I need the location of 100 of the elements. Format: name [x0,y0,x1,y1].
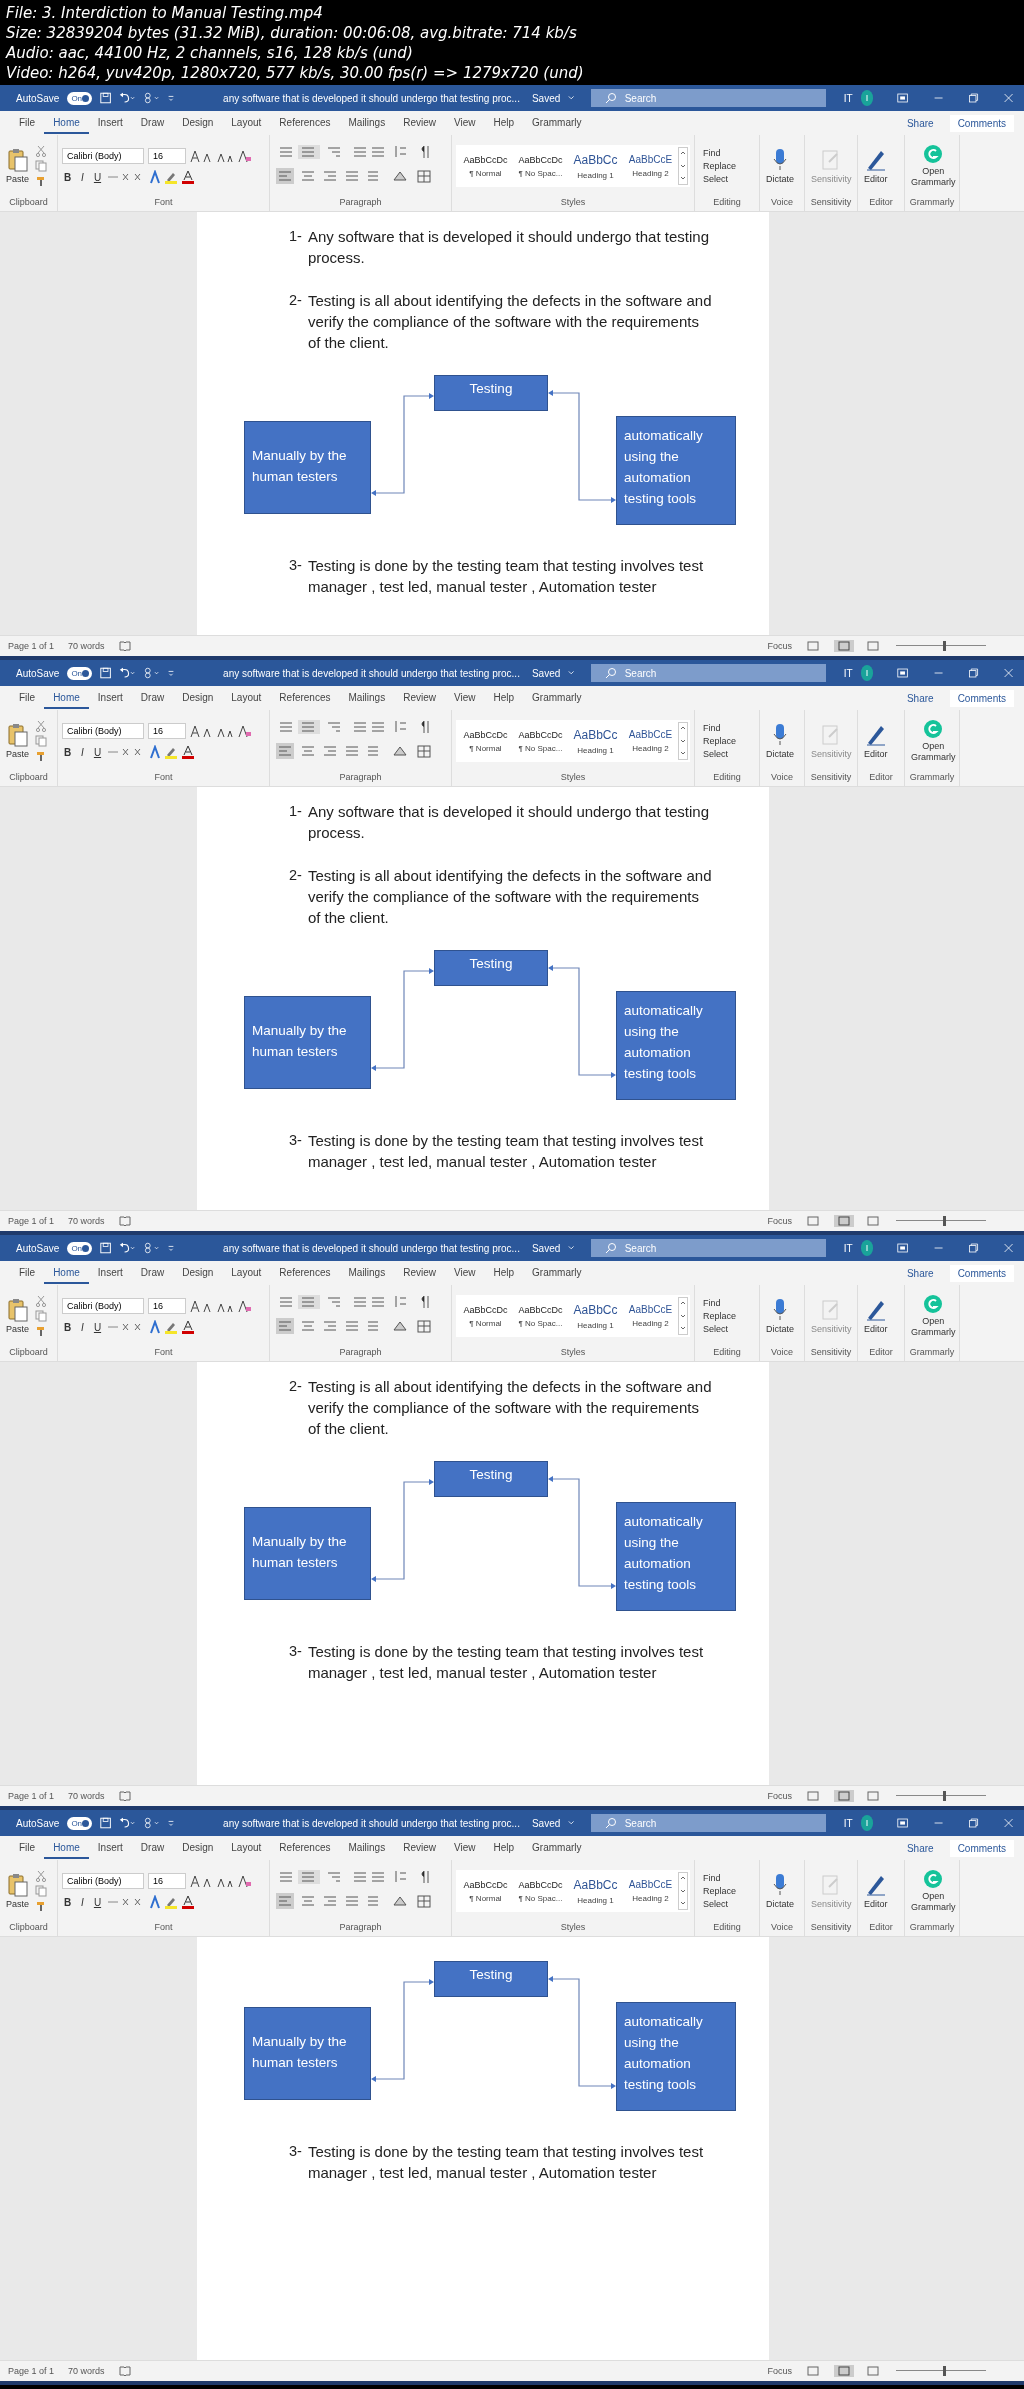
book-icon[interactable] [118,2366,131,2376]
ribbon-tab[interactable]: Mailings [339,1262,395,1284]
paste-button[interactable]: Paste [4,1871,31,1911]
ribbon-tab[interactable]: File [10,687,45,709]
style-preset[interactable]: AaBbCcDc ¶ Normal [458,729,513,753]
format-toggle[interactable]: B [62,171,73,183]
style-preset[interactable]: AaBbCcE Heading 2 [623,154,678,178]
clear-format-icon[interactable] [238,1299,252,1313]
font-size-field[interactable]: 16 [148,148,186,164]
ribbon-tab[interactable]: Draw [131,1837,174,1859]
ribbon-tab[interactable]: Review [394,112,445,134]
ribbon-tab[interactable]: References [270,112,340,134]
clear-format-icon[interactable] [238,724,252,738]
format-toggle[interactable]: I [77,1321,88,1333]
format-toggle[interactable]: I [77,171,88,183]
style-preset[interactable]: AaBbCcE Heading 2 [623,1304,678,1328]
autosave-toggle[interactable]: On [67,91,93,105]
ribbon-tab[interactable]: Review [394,687,445,709]
saved-status[interactable]: Saved [531,1817,561,1829]
ribbon-tab[interactable]: Layout [222,112,271,134]
autosave-toggle[interactable]: On [67,666,93,680]
text-effect-icons[interactable] [107,1895,177,1909]
style-preset[interactable]: AaBbCcDc ¶ Normal [458,154,513,178]
replace-button[interactable]: Replace [699,1886,737,1896]
ribbon-tab[interactable]: Insert [88,687,132,709]
ribbon-tab[interactable]: Grammarly [523,687,591,709]
user-initials[interactable]: IT [843,667,853,679]
zoom-slider[interactable] [896,1791,986,1801]
ribbon-tab[interactable]: Grammarly [523,112,591,134]
ribbon-tab[interactable]: Help [484,1262,524,1284]
ribbon-tab[interactable]: File [10,1837,45,1859]
ribbon-tab[interactable]: Design [173,1837,223,1859]
ribbon-tab[interactable]: View [444,1837,485,1859]
styles-scroll-icon[interactable] [678,147,688,185]
font-name-field[interactable]: Calibri (Body) [62,1873,144,1889]
format-toggle[interactable]: B [62,1896,73,1908]
ribbon-tab[interactable]: Design [173,112,223,134]
touch-mode-icon[interactable] [143,1241,160,1255]
comments-button[interactable]: Comments [949,689,1014,707]
font-color-icon[interactable] [181,1320,197,1334]
ribbon-display-icon[interactable] [897,92,909,104]
ribbon-tab[interactable]: View [444,687,485,709]
focus-button[interactable]: Focus [767,2366,792,2376]
editor-button[interactable]: Editor [862,1870,890,1912]
text-effect-icons[interactable] [107,170,177,184]
clear-format-icon[interactable] [238,149,252,163]
zoom-slider[interactable] [896,1216,986,1226]
ribbon-tab[interactable]: Design [173,687,223,709]
saved-status[interactable]: Saved [531,667,561,679]
style-preset[interactable]: AaBbCc Heading 1 [568,152,623,180]
view-mode-icons[interactable] [806,640,882,652]
save-icon[interactable] [100,1241,112,1255]
ribbon-tab[interactable]: Home [44,1837,89,1859]
saved-status[interactable]: Saved [531,92,561,104]
font-name-field[interactable]: Calibri (Body) [62,148,144,164]
grammarly-button[interactable]: Open Grammarly [909,717,958,765]
find-button[interactable]: Find [699,1873,737,1883]
user-initials[interactable]: IT [843,1817,853,1829]
grammarly-button[interactable]: Open Grammarly [909,1867,958,1915]
page-count[interactable]: Page 1 of 1 [8,2366,55,2376]
format-toggle[interactable]: U [92,1321,103,1333]
font-color-icon[interactable] [181,170,197,184]
ribbon-tab[interactable]: Grammarly [523,1262,591,1284]
close-icon[interactable] [1002,1242,1015,1254]
grammarly-button[interactable]: Open Grammarly [909,142,958,190]
page-count[interactable]: Page 1 of 1 [8,1791,55,1801]
save-icon[interactable] [100,666,112,680]
voice-button[interactable]: Dictate [764,145,796,187]
comments-button[interactable]: Comments [949,1264,1014,1282]
ribbon-tab[interactable]: File [10,1262,45,1284]
book-icon[interactable] [118,641,131,651]
voice-button[interactable]: Dictate [764,1295,796,1337]
ribbon-tab[interactable]: Home [44,112,89,134]
font-size-icons[interactable] [190,724,234,738]
brush-icon[interactable] [35,750,47,762]
ribbon-display-icon[interactable] [897,1242,909,1254]
ribbon-tab[interactable]: View [444,1262,485,1284]
editor-button[interactable]: Editor [862,720,890,762]
caret-icon[interactable] [568,670,575,676]
book-icon[interactable] [118,1791,131,1801]
restore-icon[interactable] [967,1817,979,1829]
view-mode-icons[interactable] [806,1215,882,1227]
zoom-slider[interactable] [896,641,986,651]
format-toggle[interactable]: I [77,1896,88,1908]
ribbon-tab[interactable]: Layout [222,687,271,709]
font-size-icons[interactable] [190,1874,234,1888]
touch-mode-icon[interactable] [143,666,160,680]
ribbon-tab[interactable]: Insert [88,112,132,134]
select-button[interactable]: Select [699,1324,737,1334]
ribbon-tab[interactable]: Help [484,687,524,709]
paste-button[interactable]: Paste [4,1296,31,1336]
ribbon-tab[interactable]: View [444,112,485,134]
find-button[interactable]: Find [699,148,737,158]
format-toggle[interactable]: I [77,746,88,758]
font-size-icons[interactable] [190,1299,234,1313]
style-preset[interactable]: AaBbCc Heading 1 [568,1302,623,1330]
editor-button[interactable]: Editor [862,145,890,187]
ribbon-tab[interactable]: Review [394,1262,445,1284]
text-effect-icons[interactable] [107,1320,177,1334]
focus-button[interactable]: Focus [767,1791,792,1801]
